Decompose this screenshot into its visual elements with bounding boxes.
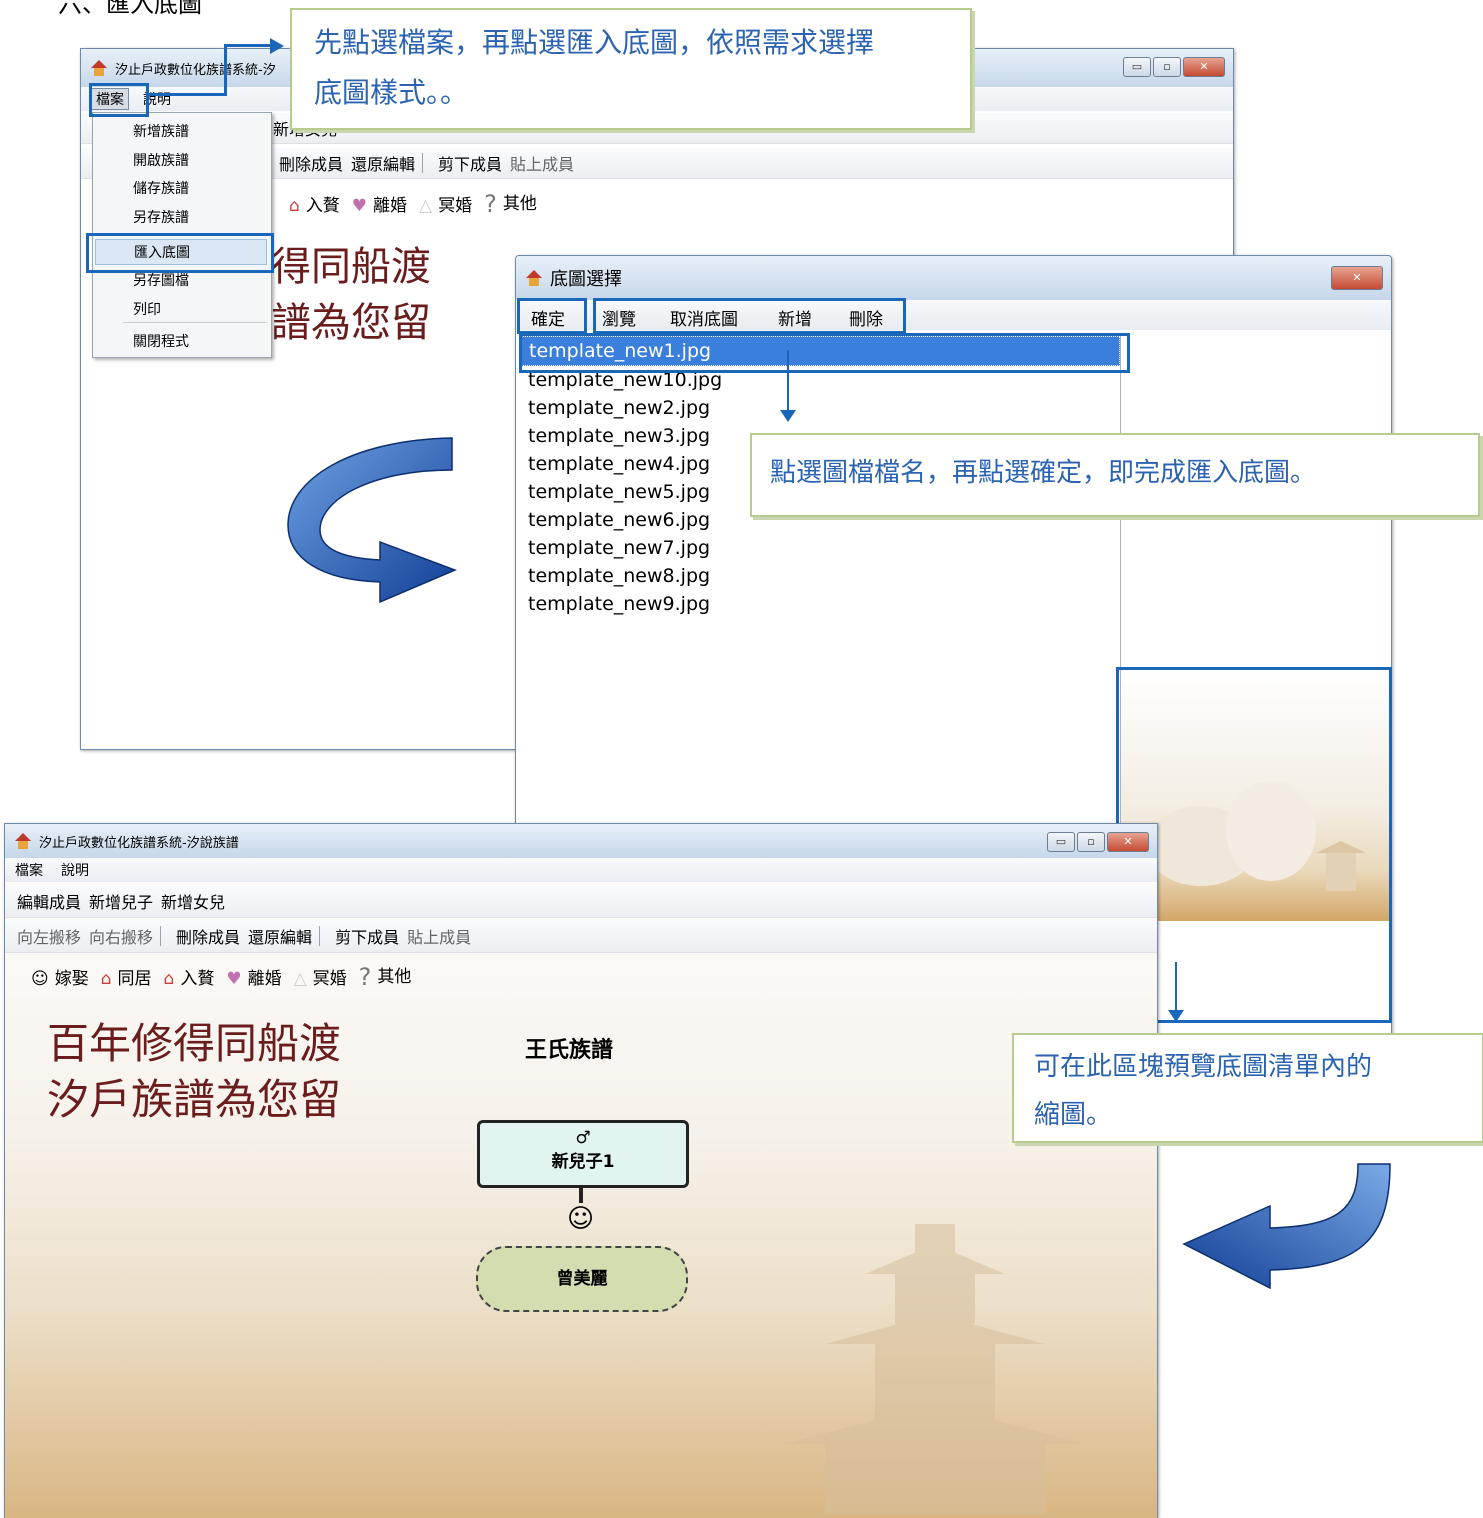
other-item[interactable]: ? 其他 — [359, 962, 412, 991]
separator — [160, 926, 169, 946]
ghost-marriage-item[interactable]: △ 冥婚 — [294, 964, 347, 989]
menu-item-save-as[interactable]: 另存族譜 — [133, 207, 189, 227]
dialog-close-button[interactable]: ✕ — [1331, 266, 1383, 290]
callout-connector — [146, 93, 226, 96]
question-icon: ? — [358, 963, 372, 991]
menu-item-print[interactable]: 列印 — [133, 299, 161, 319]
minimize-button[interactable]: ▭ — [1047, 832, 1075, 852]
separator — [319, 926, 328, 946]
background-slogan: 百年修得同船渡 汐戶族譜為您留 — [47, 1019, 342, 1124]
tree-connector — [579, 1185, 583, 1203]
paste-member-button[interactable]: 貼上成員 — [506, 151, 578, 175]
divorce-item[interactable]: ♥ 離婚 — [352, 191, 407, 216]
callout-instruction-3: 可在此區塊預覽底圖清單內的 縮圖。 — [1012, 1033, 1483, 1143]
file-item[interactable]: template_new8.jpg — [520, 562, 1120, 590]
member-node-son[interactable]: ♂ 新兒子1 — [477, 1120, 689, 1188]
uxorilocal-icon: ⌂ — [163, 969, 175, 989]
tree-title: 王氏族譜 — [525, 1038, 614, 1063]
window-title: 汐止戶政數位化族譜系統-汐 — [115, 62, 276, 78]
add-son-button[interactable]: 新增兒子 — [85, 889, 157, 913]
maximize-button[interactable]: ▫ — [1153, 57, 1181, 77]
highlight-import-bg — [86, 233, 274, 273]
menu-bar: 檔案 說明 — [5, 858, 1157, 882]
callout-instruction-2: 點選圖檔檔名，再點選確定，即完成匯入底圖。 — [750, 433, 1480, 517]
menu-help[interactable]: 說明 — [61, 860, 89, 880]
undo-edit-button[interactable]: 還原編輯 — [244, 924, 316, 948]
file-item[interactable]: template_new7.jpg — [520, 534, 1120, 562]
cut-member-button[interactable]: 剪下成員 — [331, 924, 403, 948]
menu-item-new[interactable]: 新增族譜 — [133, 121, 189, 141]
app-icon — [15, 833, 31, 849]
minimize-button[interactable]: ▭ — [1123, 57, 1151, 77]
menu-item-exit[interactable]: 關閉程式 — [133, 331, 189, 351]
close-button[interactable]: ✕ — [1183, 57, 1225, 77]
delete-member-button[interactable]: 刪除成員 — [275, 151, 347, 175]
curved-arrow-1 — [287, 437, 458, 604]
edit-member-button[interactable]: 編輯成員 — [13, 889, 85, 913]
menu-separator — [123, 322, 267, 323]
uxorilocal-icon: ⌂ — [289, 196, 300, 216]
member-node-spouse[interactable]: 曾美麗 — [476, 1246, 688, 1312]
couple-icon: ☺ — [31, 969, 49, 989]
arrow-head — [270, 38, 284, 54]
menu-item-save[interactable]: 儲存族譜 — [133, 178, 189, 198]
callout-instruction-1: 先點選檔案，再點選匯入底圖，依照需求選擇 底圖樣式。。 — [290, 8, 972, 130]
app-icon — [91, 60, 107, 76]
arrow-to-callout-2 — [780, 350, 796, 422]
cohabit-item[interactable]: ⌂ 同居 — [101, 964, 152, 989]
member-name: 曾美麗 — [556, 1269, 608, 1289]
file-item[interactable]: template_new9.jpg — [520, 590, 1120, 618]
toolbar-2: 向左搬移 向右搬移 刪除成員 還原編輯 剪下成員 貼上成員 — [5, 920, 1157, 953]
highlight-toolbar-buttons — [593, 298, 906, 334]
highlight-first-file — [519, 333, 1130, 373]
ghost-icon: △ — [293, 969, 307, 989]
background-slogan: 得同船渡 譜為您留 — [271, 244, 431, 346]
move-left-button[interactable]: 向左搬移 — [13, 924, 85, 948]
question-icon: ? — [484, 190, 497, 218]
couple-icon: ☺ — [567, 1204, 595, 1234]
cut-member-button[interactable]: 剪下成員 — [434, 151, 506, 175]
ghost-marriage-item[interactable]: △ 冥婚 — [419, 191, 472, 216]
close-button[interactable]: ✕ — [1107, 832, 1149, 852]
broken-heart-icon: ♥ — [226, 969, 242, 989]
uxorilocal-item[interactable]: ⌂ 入贅 — [289, 191, 340, 216]
ghost-icon: △ — [419, 196, 433, 216]
pagoda-silhouette-image — [785, 1224, 1085, 1514]
app-icon — [526, 270, 542, 286]
marriage-item[interactable]: ☺ 嫁娶 — [31, 964, 89, 989]
title-bar: 汐止戶政數位化族譜系統-汐說族譜 ▭ ▫ ✕ — [5, 824, 1157, 858]
maximize-button[interactable]: ▫ — [1077, 832, 1105, 852]
menu-item-open[interactable]: 開啟族譜 — [133, 150, 189, 170]
arrow-to-callout-3 — [1168, 962, 1184, 1022]
paste-member-button[interactable]: 貼上成員 — [403, 924, 475, 948]
main-window-result: 汐止戶政數位化族譜系統-汐說族譜 ▭ ▫ ✕ 檔案 說明 編輯成員 新增兒子 新… — [4, 823, 1158, 1518]
dialog-title-bar: 底圖選擇 ✕ — [516, 256, 1391, 300]
gender-symbol: ♂ — [575, 1128, 591, 1148]
toolbar-1: 編輯成員 新增兒子 新增女兒 — [5, 885, 1157, 918]
undo-edit-button[interactable]: 還原編輯 — [347, 151, 419, 175]
menu-file[interactable]: 檔案 — [15, 860, 43, 880]
file-item[interactable]: template_new2.jpg — [520, 394, 1120, 422]
relation-bar: ☺ 嫁娶 ⌂ 同居 ⌂ 入贅 ♥ 離婚 △ 冥婚 ? 其他 — [31, 962, 411, 991]
page-heading: 六、匯入底圖 — [58, 0, 202, 18]
other-item[interactable]: ? 其他 — [484, 189, 537, 218]
curved-arrow-2 — [1182, 1163, 1391, 1290]
highlight-file-menu — [89, 83, 149, 117]
divorce-item[interactable]: ♥ 離婚 — [226, 964, 281, 989]
member-name: 新兒子1 — [551, 1152, 615, 1172]
separator — [422, 153, 431, 173]
relation-bar: ⌂ 入贅 ♥ 離婚 △ 冥婚 ? 其他 — [289, 189, 537, 218]
add-daughter-button[interactable]: 新增女兒 — [157, 889, 229, 913]
dialog-title: 底圖選擇 — [550, 269, 622, 290]
house-icon: ⌂ — [100, 969, 112, 989]
callout-connector — [224, 44, 227, 96]
move-right-button[interactable]: 向右搬移 — [85, 924, 157, 948]
uxorilocal-item[interactable]: ⌂ 入贅 — [164, 964, 215, 989]
window-title: 汐止戶政數位化族譜系統-汐說族譜 — [39, 835, 239, 851]
menu-item-save-image[interactable]: 另存圖檔 — [133, 270, 189, 290]
broken-heart-icon: ♥ — [351, 196, 368, 216]
callout-connector — [224, 44, 272, 47]
highlight-ok-button — [517, 298, 587, 334]
delete-member-button[interactable]: 刪除成員 — [172, 924, 244, 948]
